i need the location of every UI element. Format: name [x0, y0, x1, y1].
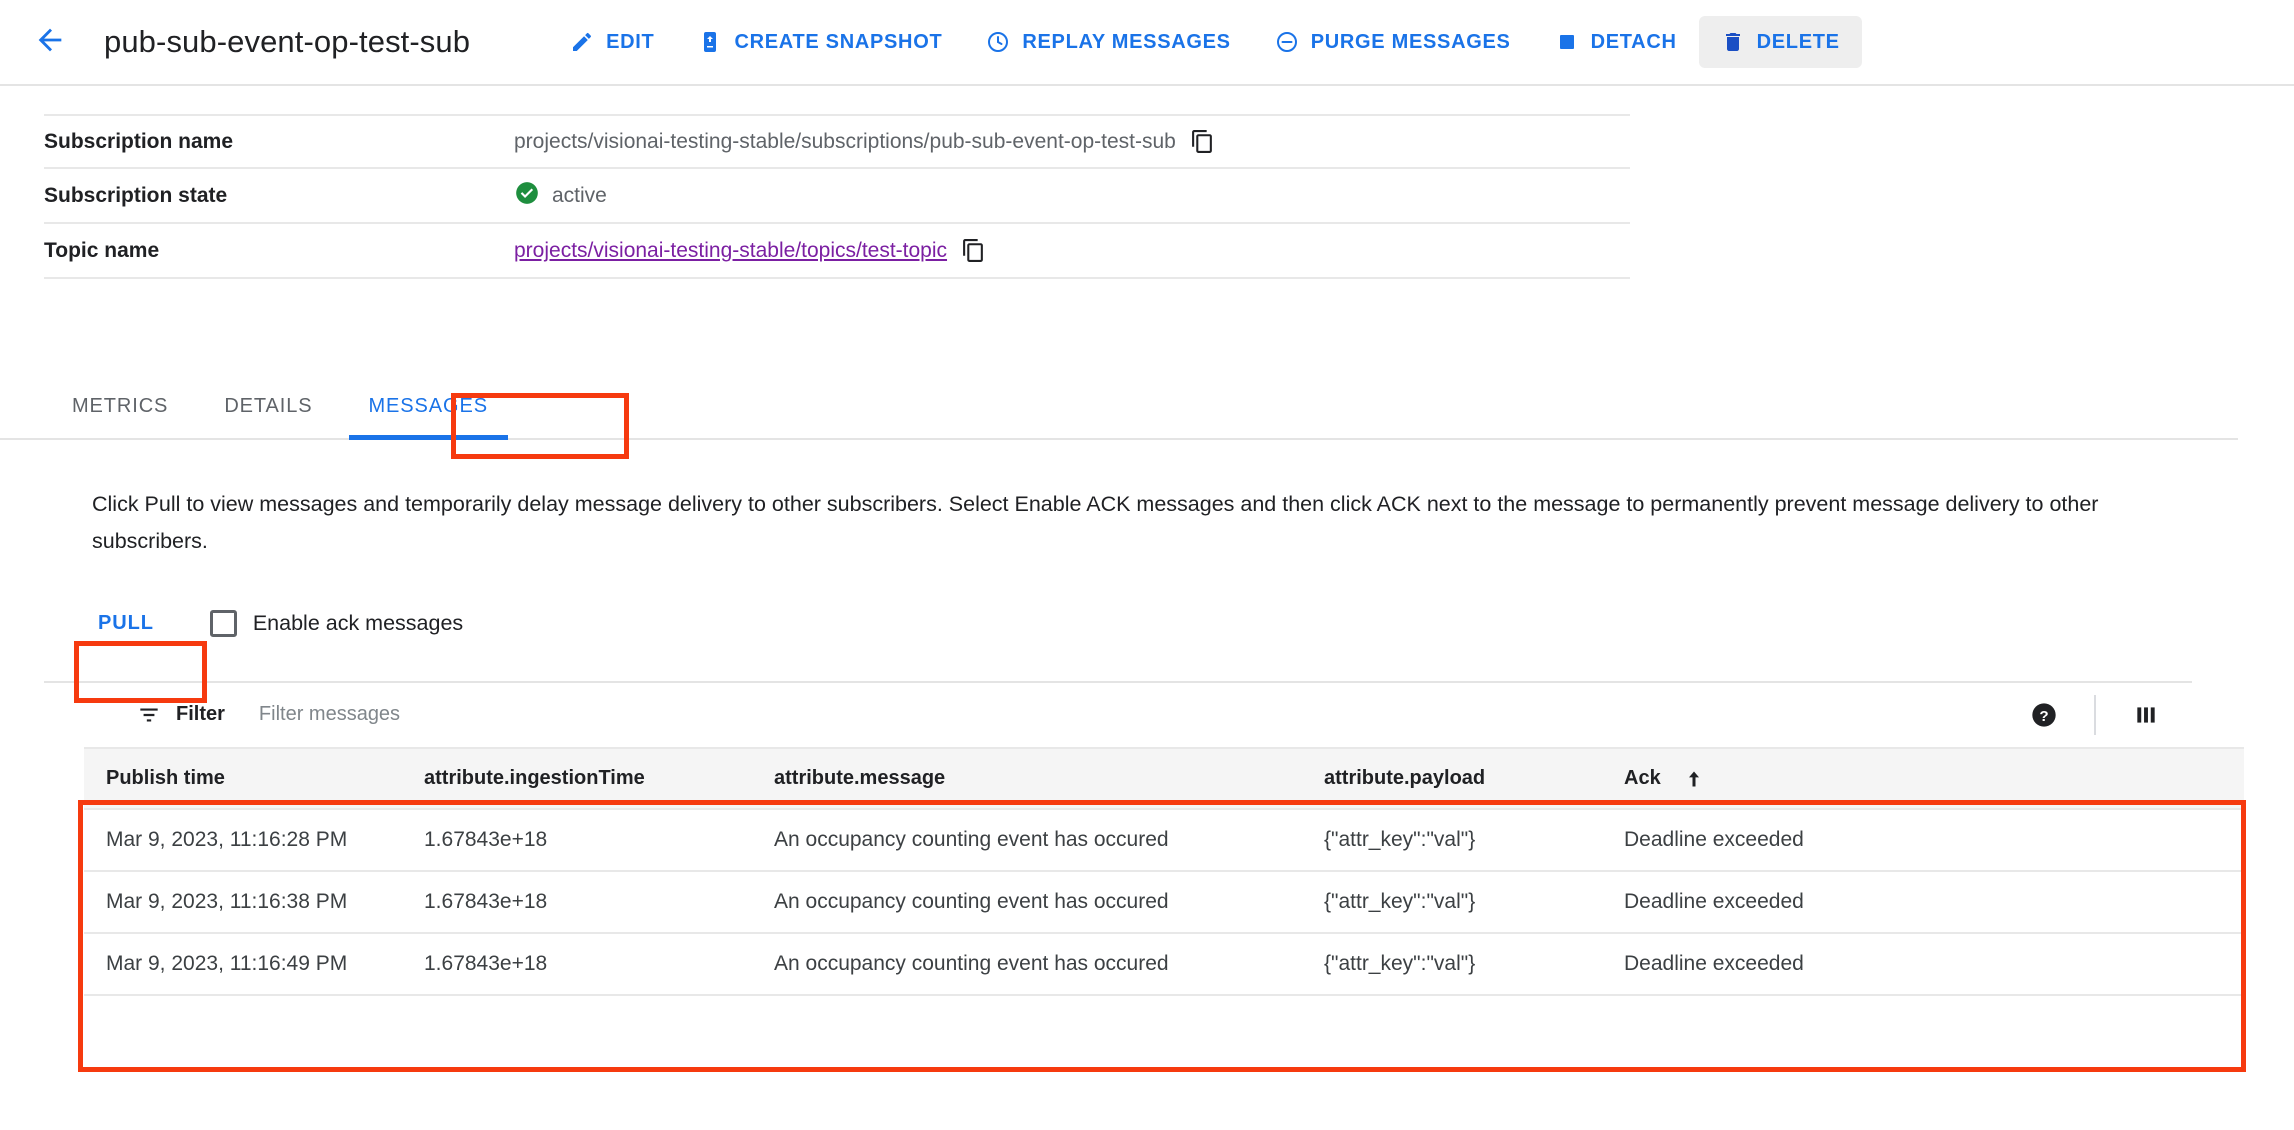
create-snapshot-button[interactable]: CREATE SNAPSHOT: [676, 16, 964, 68]
column-label: attribute.payload: [1324, 766, 1486, 789]
app-bar-actions: EDIT CREATE SNAPSHOT REPLAY MESSAGES PUR…: [548, 16, 1862, 68]
cell-publish-time: Mar 9, 2023, 11:16:28 PM: [84, 808, 424, 872]
messages-table: Publish time attribute.ingestionTime att…: [84, 746, 2244, 996]
filter-bar-actions: ?: [2016, 691, 2192, 739]
cell-payload: {"attr_key":"val"}: [1324, 932, 1624, 996]
tab-messages-label: MESSAGES: [368, 395, 488, 417]
replay-messages-button[interactable]: REPLAY MESSAGES: [964, 16, 1252, 68]
sort-ascending-icon[interactable]: [1684, 769, 1704, 789]
svg-text:?: ?: [2039, 708, 2048, 725]
filter-icon[interactable]: [136, 702, 162, 728]
info-row-subscription-name: Subscription name projects/visionai-test…: [44, 114, 1630, 169]
app-bar: pub-sub-event-op-test-sub EDIT CREATE SN…: [0, 0, 2294, 86]
column-header-message[interactable]: attribute.message: [774, 746, 1324, 810]
info-value: active: [514, 180, 607, 212]
edit-button-label: EDIT: [606, 31, 655, 53]
table-row[interactable]: Mar 9, 2023, 11:16:38 PM 1.67843e+18 An …: [84, 870, 2244, 934]
tab-details-label: DETAILS: [224, 395, 313, 417]
detach-button-label: DETACH: [1590, 31, 1677, 53]
purge-messages-button[interactable]: PURGE MESSAGES: [1253, 16, 1533, 68]
cell-payload: {"attr_key":"val"}: [1324, 808, 1624, 872]
info-value: projects/visionai-testing-stable/subscri…: [514, 129, 1215, 154]
column-header-ack[interactable]: Ack: [1624, 746, 2244, 810]
info-label: Topic name: [44, 238, 160, 262]
cell-ingestion-time: 1.67843e+18: [424, 870, 774, 934]
info-row-subscription-state: Subscription state active: [44, 169, 1630, 224]
clock-icon: [986, 30, 1010, 54]
divider: [2094, 694, 2096, 735]
cell-ack: Deadline exceeded: [1624, 808, 2244, 872]
create-snapshot-label: CREATE SNAPSHOT: [734, 31, 943, 53]
info-value: projects/visionai-testing-stable/topics/…: [514, 238, 986, 263]
table-body: Mar 9, 2023, 11:16:28 PM 1.67843e+18 An …: [84, 808, 2244, 996]
square-icon: [1555, 30, 1579, 54]
cell-ack: Deadline exceeded: [1624, 932, 2244, 996]
topic-name-link[interactable]: projects/visionai-testing-stable/topics/…: [514, 239, 947, 263]
back-button[interactable]: [22, 14, 78, 70]
messages-panel: Filter Filter messages ? Publish time at…: [0, 680, 2244, 1028]
detach-button[interactable]: DETACH: [1533, 16, 1699, 68]
cell-payload: {"attr_key":"val"}: [1324, 870, 1624, 934]
table-row[interactable]: Mar 9, 2023, 11:16:49 PM 1.67843e+18 An …: [84, 932, 2244, 996]
cell-message: An occupancy counting event has occured: [774, 932, 1324, 996]
info-row-topic-name: Topic name projects/visionai-testing-sta…: [44, 224, 1630, 279]
table-footer-space: [0, 996, 2192, 1028]
trash-icon: [1721, 30, 1745, 54]
enable-ack-label: Enable ack messages: [252, 610, 464, 635]
delete-button[interactable]: DELETE: [1698, 16, 1862, 68]
pull-button-label: PULL: [98, 611, 154, 634]
tab-metrics-label: METRICS: [72, 395, 169, 417]
messages-description: Click Pull to view messages and temporar…: [92, 492, 2099, 553]
filter-input[interactable]: Filter messages: [259, 703, 400, 726]
replay-messages-label: REPLAY MESSAGES: [1022, 31, 1231, 53]
cell-ack: Deadline exceeded: [1624, 870, 2244, 934]
column-label: Publish time: [106, 766, 225, 789]
subscription-name-value: projects/visionai-testing-stable/subscri…: [514, 129, 1176, 153]
arrow-left-icon: [33, 23, 67, 62]
tab-metrics[interactable]: METRICS: [44, 377, 196, 438]
enable-ack-checkbox-row[interactable]: Enable ack messages: [209, 609, 464, 637]
columns-icon[interactable]: [2118, 691, 2174, 739]
table-row[interactable]: Mar 9, 2023, 11:16:28 PM 1.67843e+18 An …: [84, 808, 2244, 872]
help-icon[interactable]: ?: [2016, 691, 2072, 739]
cell-publish-time: Mar 9, 2023, 11:16:38 PM: [84, 870, 424, 934]
column-label: attribute.message: [774, 766, 946, 789]
pull-button[interactable]: PULL: [74, 598, 178, 649]
cell-message: An occupancy counting event has occured: [774, 808, 1324, 872]
copy-icon[interactable]: [1190, 129, 1215, 154]
cell-ingestion-time: 1.67843e+18: [424, 808, 774, 872]
enable-ack-checkbox[interactable]: [209, 609, 237, 637]
delete-button-label: DELETE: [1756, 31, 1840, 53]
copy-icon[interactable]: [961, 238, 986, 263]
column-header-payload[interactable]: attribute.payload: [1324, 746, 1624, 810]
minus-circle-icon: [1275, 30, 1299, 54]
snapshot-icon: [698, 30, 722, 54]
info-label: Subscription state: [44, 183, 228, 207]
tab-messages[interactable]: MESSAGES: [341, 377, 516, 440]
check-circle-icon: [514, 180, 540, 212]
purge-messages-label: PURGE MESSAGES: [1310, 31, 1511, 53]
pull-controls: PULL Enable ack messages: [0, 598, 2294, 649]
subscription-info-table: Subscription name projects/visionai-test…: [0, 114, 1630, 279]
column-header-publish-time[interactable]: Publish time: [84, 746, 424, 810]
status-badge: active: [552, 183, 607, 207]
cell-ingestion-time: 1.67843e+18: [424, 932, 774, 996]
column-header-ingestion-time[interactable]: attribute.ingestionTime: [424, 746, 774, 810]
pencil-icon: [570, 30, 594, 54]
filter-bar: Filter Filter messages ?: [44, 680, 2192, 747]
edit-button[interactable]: EDIT: [548, 16, 676, 68]
cell-publish-time: Mar 9, 2023, 11:16:49 PM: [84, 932, 424, 996]
page-title: pub-sub-event-op-test-sub: [104, 24, 471, 59]
filter-label: Filter: [176, 703, 225, 726]
tab-bar: METRICS DETAILS MESSAGES: [0, 377, 2238, 440]
table-header-row: Publish time attribute.ingestionTime att…: [84, 746, 2244, 810]
column-label: attribute.ingestionTime: [424, 766, 645, 789]
tab-details[interactable]: DETAILS: [196, 377, 340, 438]
column-label: Ack: [1624, 766, 1661, 789]
cell-message: An occupancy counting event has occured: [774, 870, 1324, 934]
info-label: Subscription name: [44, 129, 234, 153]
